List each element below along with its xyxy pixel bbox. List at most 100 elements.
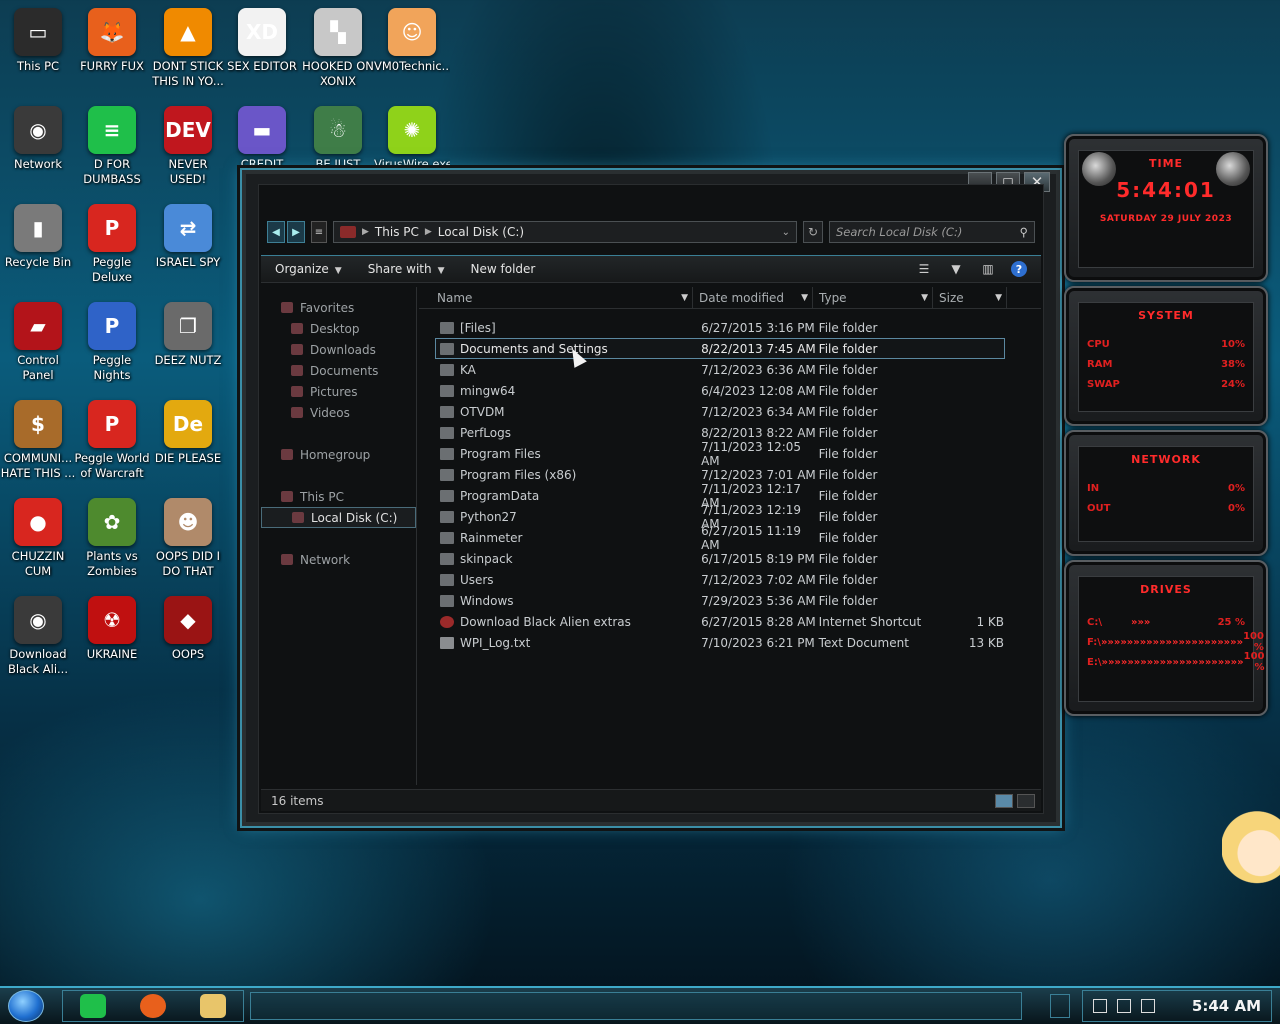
chevron-down-icon[interactable]: ▼ <box>995 293 1002 303</box>
view-options-icon[interactable]: ☰ <box>915 261 933 277</box>
desktop-icon-item[interactable]: XD SEX EDITOR <box>224 4 300 74</box>
pinned-notes-app[interactable] <box>63 991 123 1021</box>
preview-pane-icon[interactable]: ▥ <box>979 261 997 277</box>
file-row[interactable]: Documents and Settings 8/22/2013 7:45 AM F… <box>435 338 1005 359</box>
breadcrumb-this-pc[interactable]: This PC <box>375 225 419 239</box>
share-with-button[interactable]: Share with ▼ <box>368 262 445 276</box>
desktop-icon-item[interactable]: ⇄ ISRAEL SPY <box>150 200 226 270</box>
chevron-down-icon[interactable]: ▼ <box>681 293 688 303</box>
chevron-down-icon[interactable]: ▼ <box>947 261 965 277</box>
gadget-row-meter: »»»»»»»»»»»»»»»»»»»»»» <box>1101 656 1244 668</box>
desktop-icon-item[interactable]: 🦊 FURRY FUX <box>74 4 150 74</box>
gadget-row-value: 25 % <box>1217 616 1245 628</box>
desktop-icon-item[interactable]: ◉ Network <box>0 102 76 172</box>
details-view-icon[interactable] <box>995 793 1013 808</box>
nav-homegroup[interactable]: Homegroup <box>261 444 416 465</box>
help-icon[interactable]: ? <box>1011 261 1027 277</box>
gadget-title: SYSTEM <box>1138 309 1194 322</box>
large-icons-view-icon[interactable] <box>1017 793 1035 808</box>
column-date-modified[interactable]: Date modified ▼ <box>693 287 813 308</box>
desktop-icon-item[interactable]: $ COMMUNI... HATE THIS ... <box>0 396 76 481</box>
desktop-icon-item[interactable]: P Peggle World of Warcraft ... <box>74 396 150 481</box>
desktop-icon-item[interactable]: DEV NEVER USED! <box>150 102 226 187</box>
file-row[interactable]: skinpack 6/17/2015 8:19 PM File folder <box>435 548 1005 569</box>
desktop-icon-item[interactable]: P Peggle Deluxe <box>74 200 150 285</box>
nav-downloads[interactable]: Downloads <box>261 339 416 360</box>
command-bar: Organize ▼ Share with ▼ New folder ☰ ▼ ▥ ? <box>261 255 1041 283</box>
flag-icon[interactable] <box>1093 999 1107 1013</box>
pinned-firefox[interactable] <box>123 991 183 1021</box>
chevron-down-icon[interactable]: ▼ <box>921 293 928 303</box>
file-name: WPI_Log.txt <box>459 635 531 650</box>
desktop-icon-item[interactable]: De DIE PLEASE <box>150 396 226 466</box>
recent-locations-icon[interactable]: ≡ <box>311 221 327 243</box>
clock[interactable]: 5:44 AM <box>1192 997 1261 1015</box>
forward-button[interactable]: ▶ <box>287 221 305 243</box>
column-name[interactable]: Name ▼ <box>419 287 693 308</box>
file-row[interactable]: OTVDM 7/12/2023 6:34 AM File folder <box>435 401 1005 422</box>
nav-this-pc[interactable]: This PC <box>261 486 416 507</box>
file-row[interactable]: KA 7/12/2023 6:36 AM File folder <box>435 359 1005 380</box>
search-input[interactable]: Search Local Disk (C:) ⚲ <box>829 221 1035 243</box>
network-icon[interactable] <box>1117 999 1131 1013</box>
share-with-label: Share with <box>367 262 432 276</box>
desktop-icon-label: FURRY FUX <box>80 59 144 73</box>
desktop-icon-item[interactable]: ▰ Control Panel <box>0 298 76 383</box>
file-row[interactable]: mingw64 6/4/2023 12:08 AM File folder <box>435 380 1005 401</box>
nav-desktop[interactable]: Desktop <box>261 318 416 339</box>
desktop-icon-item[interactable]: ▮ Recycle Bin <box>0 200 76 270</box>
desktop-icon-item[interactable]: P Peggle Nights Deluxe <box>74 298 150 383</box>
folder-icon <box>440 510 454 523</box>
address-bar[interactable]: ▶ This PC ▶ Local Disk (C:) ⌄ <box>333 221 797 243</box>
nav-videos[interactable]: Videos <box>261 402 416 423</box>
chevron-down-icon[interactable]: ▼ <box>801 293 808 303</box>
file-row[interactable]: Windows 7/29/2023 5:36 AM File folder <box>435 590 1005 611</box>
desktop-icon-item[interactable]: ◆ OOPS <box>150 592 226 662</box>
file-row[interactable]: [Files] 6/27/2015 3:16 PM File folder <box>435 317 1005 338</box>
file-row[interactable]: Program Files 7/11/2023 12:05 AM File fold… <box>435 440 1005 468</box>
search-icon[interactable]: ⚲ <box>1020 225 1028 239</box>
desktop-icon-item[interactable]: ● CHUZZIN CUM <box>0 494 76 579</box>
file-row[interactable]: Users 7/12/2023 7:02 AM File folder <box>435 569 1005 590</box>
navigation-pane: Favorites Desktop Downloads Documents Pi… <box>261 287 417 785</box>
nav-pictures[interactable]: Pictures <box>261 381 416 402</box>
nav-local-disk[interactable]: Local Disk (C:) <box>261 507 416 528</box>
file-row[interactable]: WPI_Log.txt 7/10/2023 6:21 PM Text Documen… <box>435 632 1005 653</box>
desktop-icon-label: ISRAEL SPY <box>155 255 221 269</box>
start-button[interactable] <box>8 990 44 1022</box>
refresh-button[interactable]: ↻ <box>803 221 823 243</box>
desktop-icon-item[interactable]: ▭ This PC <box>0 4 76 74</box>
nav-network[interactable]: Network <box>261 549 416 570</box>
file-row[interactable]: Download Black Alien extras 6/27/2015 8:2… <box>435 611 1005 632</box>
new-folder-button[interactable]: New folder <box>471 262 536 276</box>
file-row[interactable]: Rainmeter 6/27/2015 11:19 AM File folder <box>435 524 1005 552</box>
desktop-icon-item[interactable]: ☻ OOPS DID I DO THAT <box>150 494 226 579</box>
show-desktop-button[interactable] <box>1050 994 1070 1018</box>
file-type: Text Document <box>818 635 909 650</box>
desktop-icon-item[interactable]: ▚ HOOKED ON XONIX <box>300 4 376 89</box>
desktop-icon-item[interactable]: ✺ VirusWire.exe <box>374 102 450 172</box>
nav-favorites[interactable]: Favorites <box>261 297 416 318</box>
desktop-icon-item[interactable]: ☢ UKRAINE <box>74 592 150 662</box>
desktop-icon-item[interactable]: ◉ Download Black Ali... <box>0 592 76 677</box>
gadget-row-label: RAM <box>1087 358 1113 370</box>
back-button[interactable]: ◀ <box>267 221 285 243</box>
organize-button[interactable]: Organize ▼ <box>275 262 342 276</box>
pinned-file-explorer[interactable] <box>183 991 243 1021</box>
desktop-icon-item[interactable]: ❐ DEEZ NUTZ <box>150 298 226 368</box>
column-size[interactable]: Size ▼ <box>933 287 1007 308</box>
file-type: File folder <box>818 593 878 608</box>
column-type[interactable]: Type ▼ <box>813 287 933 308</box>
nav-documents[interactable]: Documents <box>261 360 416 381</box>
breadcrumb-local-disk[interactable]: Local Disk (C:) <box>438 225 524 239</box>
gadget-title: DRIVES <box>1140 583 1192 596</box>
desktop-icon-item[interactable]: ≡ D FOR DUMBASS <box>74 102 150 187</box>
desktop-icon-item[interactable]: ✿ Plants vs Zombies <box>74 494 150 579</box>
gadget-row: IN 0% <box>1079 478 1253 498</box>
speaker-icon[interactable] <box>1141 999 1155 1013</box>
desktop-icon-item[interactable]: ▲ DONT STICK THIS IN YO... <box>150 4 226 89</box>
chevron-down-icon[interactable]: ⌄ <box>782 227 790 238</box>
desktop-icon-item[interactable]: ☺ VM0Technic... <box>374 4 450 74</box>
system-gadget: SYSTEM CPU 10% RAM 38% SWAP 24% <box>1064 286 1268 426</box>
